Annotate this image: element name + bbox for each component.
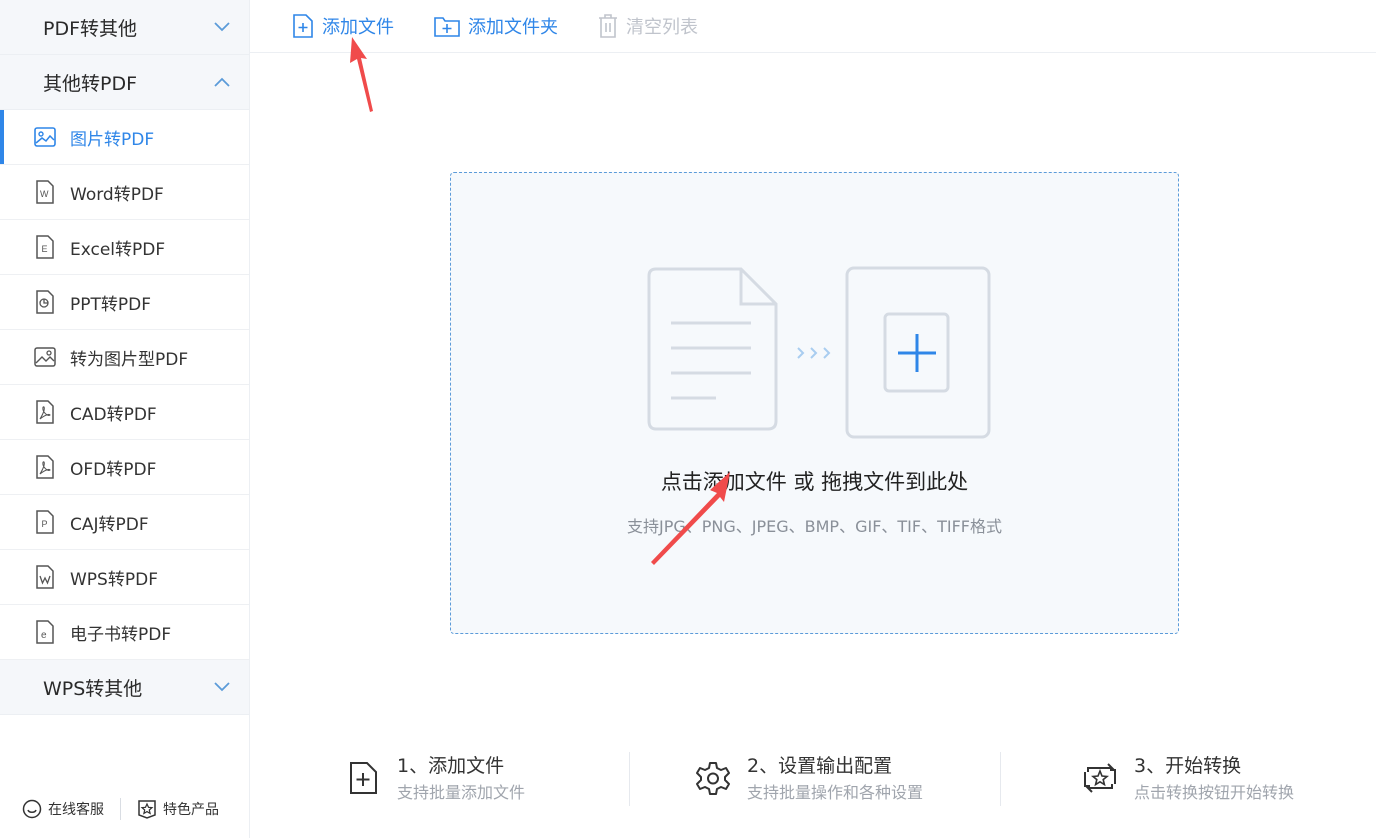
add-folder-icon <box>434 17 460 37</box>
sidebar-item-ofd-to-pdf[interactable]: OFD转PDF <box>0 440 249 495</box>
featured-products-link[interactable]: 特色产品 <box>137 799 219 819</box>
sidebar-item-image-to-pdf[interactable]: 图片转PDF <box>0 110 249 165</box>
sidebar-item-to-image-pdf[interactable]: 转为图片型PDF <box>0 330 249 385</box>
footer-divider <box>120 798 121 820</box>
step-divider <box>1000 752 1001 806</box>
sidebar-group-pdf-to-other[interactable]: PDF转其他 <box>0 0 249 55</box>
chevron-down-icon <box>213 18 231 36</box>
excel-doc-icon: E <box>33 235 57 259</box>
sidebar-item-label: 图片转PDF <box>70 129 155 150</box>
convert-icon <box>1084 763 1116 793</box>
pdf-doc-icon <box>33 400 57 424</box>
drop-zone-title: 点击添加文件 或 拖拽文件到此处 <box>660 470 969 494</box>
chevron-down-icon <box>213 678 231 696</box>
step-title: 1、添加文件 <box>397 755 505 777</box>
steps-bar: 1、添加文件 支持批量添加文件 2、设置输出配置 支持批量操作和各种设置 3、开… <box>250 752 1376 808</box>
image-icon <box>33 345 57 369</box>
svg-text:W: W <box>40 189 49 199</box>
image-icon <box>33 125 57 149</box>
sidebar-item-ebook-to-pdf[interactable]: e 电子书转PDF <box>0 605 249 660</box>
sidebar-item-label: 电子书转PDF <box>70 624 172 645</box>
ebook-doc-icon: e <box>33 620 57 644</box>
sidebar-item-label: Excel转PDF <box>70 239 166 260</box>
step-title: 2、设置输出配置 <box>747 755 893 777</box>
step-divider <box>629 752 630 806</box>
sidebar-item-ppt-to-pdf[interactable]: PPT转PDF <box>0 275 249 330</box>
sidebar-item-cad-to-pdf[interactable]: CAD转PDF <box>0 385 249 440</box>
step-desc: 支持批量添加文件 <box>397 783 526 802</box>
sidebar-group-label: 其他转PDF <box>43 72 138 95</box>
sidebar: PDF转其他 其他转PDF 图片转PDF W Word转PDF E Excel转… <box>0 0 250 838</box>
step-desc: 点击转换按钮开始转换 <box>1134 783 1295 802</box>
sidebar-item-label: WPS转PDF <box>70 569 158 590</box>
sidebar-group-label: WPS转其他 <box>43 677 143 700</box>
annotation-arrow-dropzone <box>651 472 730 565</box>
add-folder-label: 添加文件夹 <box>468 17 558 38</box>
sidebar-footer: 在线客服 特色产品 <box>0 798 250 820</box>
add-file-icon <box>293 14 313 38</box>
online-service-label: 在线客服 <box>48 802 104 818</box>
app-window: PDF转其他 其他转PDF 图片转PDF W Word转PDF E Excel转… <box>0 0 1376 838</box>
step-desc: 支持批量操作和各种设置 <box>747 783 924 802</box>
star-badge-icon <box>138 800 156 819</box>
drop-zone-formats: 支持JPG、PNG、JPEG、BMP、GIF、TIF、TIFF格式 <box>626 517 1002 536</box>
sidebar-item-label: PPT转PDF <box>70 294 152 315</box>
file-drop-zone[interactable]: 点击添加文件 或 拖拽文件到此处 支持JPG、PNG、JPEG、BMP、GIF、… <box>450 172 1179 634</box>
wps-doc-icon <box>33 565 57 589</box>
file-upload-illustration <box>647 266 991 439</box>
step-settings: 2、设置输出配置 支持批量操作和各种设置 <box>695 752 923 806</box>
svg-text:P: P <box>42 519 48 529</box>
sidebar-item-label: Word转PDF <box>70 184 164 205</box>
toolbar: 添加文件 添加文件夹 清空列表 <box>250 0 1376 53</box>
clear-list-label: 清空列表 <box>626 17 698 38</box>
sidebar-group-wps-to-other[interactable]: WPS转其他 <box>0 660 249 715</box>
step-convert: 3、开始转换 点击转换按钮开始转换 <box>1082 752 1294 806</box>
sidebar-item-label: OFD转PDF <box>70 459 157 480</box>
pdf-doc-icon <box>33 455 57 479</box>
featured-products-label: 特色产品 <box>163 802 219 818</box>
trash-icon <box>599 14 617 38</box>
sidebar-item-wps-to-pdf[interactable]: WPS转PDF <box>0 550 249 605</box>
sidebar-item-caj-to-pdf[interactable]: P CAJ转PDF <box>0 495 249 550</box>
word-doc-icon: W <box>33 180 57 204</box>
online-service-link[interactable]: 在线客服 <box>22 799 104 819</box>
step-title: 3、开始转换 <box>1134 755 1242 777</box>
sidebar-item-word-to-pdf[interactable]: W Word转PDF <box>0 165 249 220</box>
clear-list-button[interactable]: 清空列表 <box>598 13 698 39</box>
gear-icon <box>696 762 730 795</box>
sidebar-item-label: CAD转PDF <box>70 404 157 425</box>
sidebar-item-excel-to-pdf[interactable]: E Excel转PDF <box>0 220 249 275</box>
ppt-doc-icon <box>33 290 57 314</box>
add-folder-button[interactable]: 添加文件夹 <box>434 13 558 39</box>
chat-icon <box>22 799 42 819</box>
svg-text:E: E <box>42 244 48 254</box>
svg-text:e: e <box>41 630 47 641</box>
sidebar-group-other-to-pdf[interactable]: 其他转PDF <box>0 55 249 110</box>
step-add-file: 1、添加文件 支持批量添加文件 <box>345 752 525 806</box>
caj-doc-icon: P <box>33 510 57 534</box>
annotation-arrow-toolbar <box>350 37 373 112</box>
sidebar-item-label: 转为图片型PDF <box>70 349 189 370</box>
sidebar-group-label: PDF转其他 <box>43 17 138 40</box>
sidebar-item-label: CAJ转PDF <box>70 514 149 535</box>
chevron-up-icon <box>213 73 231 91</box>
add-file-icon <box>350 762 377 794</box>
